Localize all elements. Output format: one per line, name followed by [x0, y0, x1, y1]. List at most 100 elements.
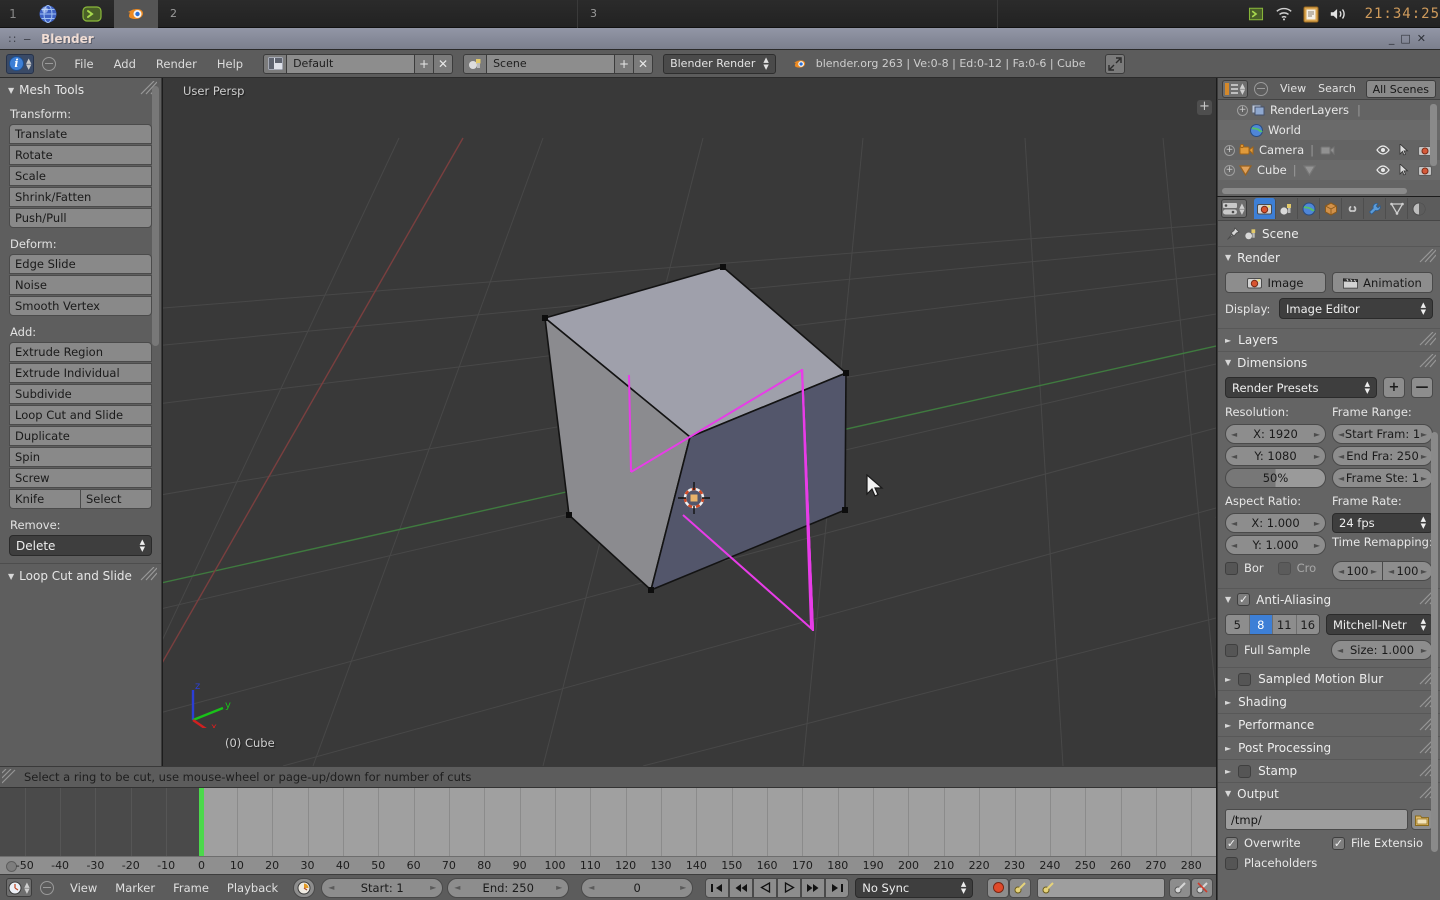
- scene-field[interactable]: Scene: [487, 54, 615, 74]
- visibility-eye-icon[interactable]: [1376, 145, 1390, 155]
- tool-shelf-scrollbar[interactable]: [152, 86, 159, 346]
- screen-layout-icon[interactable]: [263, 54, 287, 74]
- mesh-data-icon[interactable]: [1297, 164, 1316, 176]
- editor-type-timeline-icon[interactable]: ▲▼: [6, 878, 32, 897]
- render-engine-select[interactable]: Blender Render ▲▼: [663, 54, 776, 74]
- window-shade-icon[interactable]: ‒: [23, 32, 41, 46]
- launcher-blender-icon[interactable]: [114, 0, 158, 28]
- tool-smooth-vertex[interactable]: Smooth Vertex: [9, 296, 152, 316]
- expand-icon[interactable]: +: [1224, 145, 1235, 156]
- tool-push-pull[interactable]: Push/Pull: [9, 208, 152, 228]
- tab-scene[interactable]: [1276, 198, 1298, 219]
- tool-subdivide[interactable]: Subdivide: [9, 384, 152, 404]
- sync-mode-select[interactable]: No Sync ▲▼: [855, 878, 973, 898]
- editor-type-outliner-icon[interactable]: ▲▼: [1222, 80, 1248, 98]
- tool-screw[interactable]: Screw: [9, 468, 152, 488]
- panel-post-processing-header[interactable]: ► Post Processing: [1218, 737, 1440, 760]
- tray-terminal-icon[interactable]: [1247, 5, 1265, 23]
- render-preset-select[interactable]: Render Presets ▲▼: [1225, 377, 1377, 398]
- tool-shrink-fatten[interactable]: Shrink/Fatten: [9, 187, 152, 207]
- panel-output-header[interactable]: ▼ Output: [1218, 783, 1440, 804]
- desktop-number[interactable]: 1: [0, 7, 26, 21]
- time-remap-new-field[interactable]: ◄100►: [1383, 561, 1433, 581]
- tool-translate[interactable]: Translate: [9, 124, 152, 144]
- frame-end-field[interactable]: ◄End Fra: 250►: [1332, 446, 1433, 466]
- play-button[interactable]: [777, 878, 801, 898]
- antialiasing-filter-select[interactable]: Mitchell-Netr ▲▼: [1326, 614, 1433, 635]
- menu-help[interactable]: Help: [207, 50, 253, 78]
- tray-clipboard-icon[interactable]: [1303, 5, 1319, 23]
- tool-scale[interactable]: Scale: [9, 166, 152, 186]
- tool-delete-dropdown[interactable]: Delete ▲▼: [9, 535, 152, 556]
- antialiasing-samples-group[interactable]: 5 8 11 16: [1225, 614, 1320, 635]
- outliner-row-renderlayers[interactable]: + RenderLayers |: [1218, 100, 1440, 120]
- cube-object[interactable]: [163, 78, 1216, 766]
- screen-layout-add-button[interactable]: +: [415, 54, 434, 74]
- aa-sample-11[interactable]: 11: [1273, 615, 1297, 634]
- resolution-x-field[interactable]: ◄X: 1920►: [1225, 424, 1326, 444]
- aspect-y-field[interactable]: ◄Y: 1.000►: [1225, 535, 1326, 555]
- launcher-terminal-icon[interactable]: [70, 0, 114, 28]
- selectability-cursor-icon[interactable]: [1399, 164, 1409, 176]
- tab-data[interactable]: [1386, 198, 1408, 219]
- tool-knife[interactable]: Knife: [9, 489, 80, 509]
- tool-extrude-individual[interactable]: Extrude Individual: [9, 363, 152, 383]
- full-sample-checkbox[interactable]: [1225, 644, 1238, 657]
- step-forward-button[interactable]: [801, 878, 825, 898]
- panel-antialiasing-header[interactable]: ▼ ✓ Anti-Aliasing: [1218, 589, 1440, 610]
- add-preset-button[interactable]: +: [1383, 377, 1405, 398]
- tab-modifiers[interactable]: [1364, 198, 1386, 219]
- outliner-menu-view[interactable]: View: [1274, 80, 1312, 98]
- tool-duplicate[interactable]: Duplicate: [9, 426, 152, 446]
- tab-material[interactable]: [1408, 198, 1430, 219]
- expand-icon[interactable]: +: [1237, 105, 1248, 116]
- aspect-x-field[interactable]: ◄X: 1.000►: [1225, 513, 1326, 533]
- timeline-playhead[interactable]: [199, 788, 204, 856]
- window-maximize-button[interactable]: □: [1400, 32, 1416, 45]
- use-preview-range-icon[interactable]: [293, 878, 315, 898]
- screen-layout-field[interactable]: Default: [287, 54, 415, 74]
- timeline-menu-frame[interactable]: Frame: [164, 881, 218, 895]
- tool-extrude-region[interactable]: Extrude Region: [9, 342, 152, 362]
- render-animation-button[interactable]: Animation: [1332, 272, 1433, 293]
- display-select[interactable]: Image Editor ▲▼: [1279, 298, 1433, 319]
- outliner-row-camera[interactable]: + Camera |: [1218, 140, 1440, 160]
- jump-to-start-button[interactable]: [705, 878, 729, 898]
- timeline-menu-marker[interactable]: Marker: [106, 881, 164, 895]
- timeline-ruler[interactable]: -50-40-30-20-100102030405060708090100110…: [0, 856, 1216, 874]
- render-image-button[interactable]: Image: [1225, 272, 1326, 293]
- selectability-cursor-icon[interactable]: [1399, 144, 1409, 156]
- record-button[interactable]: [987, 878, 1009, 898]
- timeline-menu-view[interactable]: View: [61, 881, 106, 895]
- timeline-canvas[interactable]: [0, 788, 1216, 856]
- menu-add[interactable]: Add: [104, 50, 146, 78]
- taskbar-window-1[interactable]: 2: [158, 0, 578, 28]
- tray-volume-icon[interactable]: [1329, 6, 1347, 22]
- tab-render[interactable]: [1254, 198, 1276, 219]
- keying-set-field[interactable]: [1037, 878, 1165, 898]
- screen-layout-delete-button[interactable]: ✕: [434, 54, 453, 74]
- overwrite-checkbox[interactable]: ✓: [1225, 837, 1238, 850]
- tool-rotate[interactable]: Rotate: [9, 145, 152, 165]
- renderability-camera-icon[interactable]: [1418, 165, 1432, 176]
- panel-sampled-motion-blur-header[interactable]: ► Sampled Motion Blur: [1218, 668, 1440, 691]
- tab-world[interactable]: [1298, 198, 1320, 219]
- tool-noise[interactable]: Noise: [9, 275, 152, 295]
- scene-delete-button[interactable]: ✕: [634, 54, 653, 74]
- tool-spin[interactable]: Spin: [9, 447, 152, 467]
- timeline-menu-playback[interactable]: Playback: [218, 881, 287, 895]
- 3d-viewport[interactable]: User Persp + z y x (0) Cube: [163, 78, 1216, 766]
- auto-keyframe-icon[interactable]: [1009, 878, 1031, 898]
- camera-data-icon[interactable]: [1314, 144, 1335, 156]
- tool-knife-select[interactable]: Select: [80, 489, 152, 509]
- collapse-menu-icon[interactable]: [40, 881, 54, 895]
- panel-performance-header[interactable]: ► Performance: [1218, 714, 1440, 737]
- tab-object[interactable]: [1320, 198, 1342, 219]
- properties-vertical-scrollbar[interactable]: [1431, 432, 1438, 852]
- resolution-percentage-slider[interactable]: 50%: [1225, 468, 1326, 488]
- stamp-checkbox[interactable]: [1238, 765, 1251, 778]
- visibility-eye-icon[interactable]: [1376, 165, 1390, 175]
- expand-icon[interactable]: +: [1224, 165, 1235, 176]
- antialiasing-checkbox[interactable]: ✓: [1237, 593, 1250, 606]
- maximize-area-icon[interactable]: [1105, 54, 1125, 74]
